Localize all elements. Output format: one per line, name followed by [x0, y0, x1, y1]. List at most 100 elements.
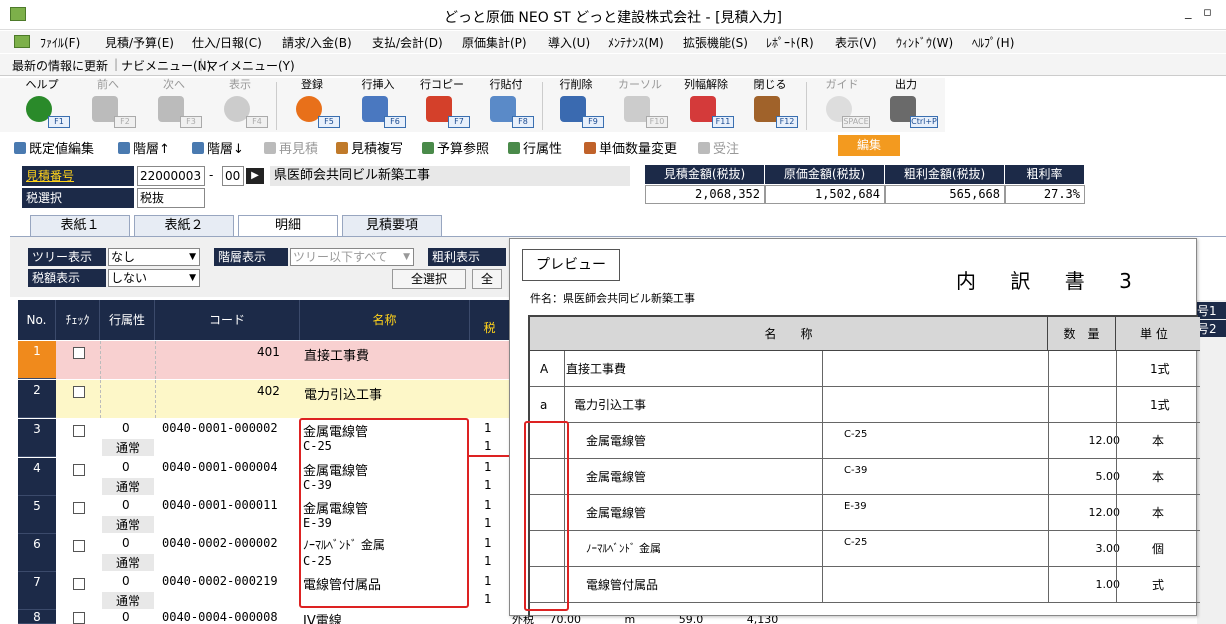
minimize-button[interactable]: _ [1185, 5, 1192, 20]
col-no[interactable]: No. [18, 300, 56, 340]
tab-details[interactable]: 明細 [238, 215, 338, 238]
refresh-link[interactable]: 最新の情報に更新 [12, 57, 108, 74]
row-attr: 0 [122, 574, 130, 588]
row-attr: 0 [122, 460, 130, 474]
table-row[interactable]: 8 0 0040-0004-000008 IV電線 [18, 610, 510, 624]
tab-cover1[interactable]: 表紙１ [30, 215, 130, 237]
default-edit-icon [14, 142, 26, 154]
table-row[interactable]: 2 402 電力引込工事 [18, 380, 510, 418]
branch-input[interactable]: 00 [222, 166, 244, 186]
level-display-select[interactable]: ツリー以下すべて ▼ [290, 248, 414, 266]
row-attr-button[interactable]: 行属性 [508, 138, 562, 157]
row-checkbox[interactable] [73, 386, 85, 398]
row-checkbox[interactable] [73, 612, 85, 624]
tax-display-select[interactable]: しない ▼ [108, 269, 200, 287]
row-checkbox[interactable] [73, 540, 85, 552]
filter-panel: ツリー表示 なし ▼ 税額表示 しない ▼ 階層表示 ツリー以下すべて ▼ 粗利表示 … [10, 237, 510, 297]
row-number: 2 [18, 380, 56, 418]
print-preview-panel: プレビュー 内 訳 書 3 件名：県医師会共同ビル新築工事 名 称 数 量 単 … [509, 238, 1200, 617]
row-number: 6 [18, 534, 56, 572]
menu-window[interactable]: ｳｨﾝﾄﾞｳ(W) [896, 34, 953, 51]
prev-button[interactable]: 前へ F2 [78, 78, 138, 132]
preview-name: 金属電線管 [586, 470, 647, 484]
extra-button[interactable]: 全 [472, 269, 502, 289]
row-qty2: 1 [484, 554, 492, 568]
menu-view[interactable]: 表示(V) [835, 34, 877, 51]
budget-ref-icon [422, 142, 434, 154]
highlight-box [299, 418, 469, 608]
preview-qty: 1.00 [1095, 578, 1121, 591]
restore-button[interactable]: ▫ [1203, 5, 1212, 20]
col-name[interactable]: 名称 [300, 300, 470, 340]
row-attr-type: 通常 [102, 478, 154, 495]
preview-spec: C-25 [844, 429, 868, 440]
row-checkbox[interactable] [73, 464, 85, 476]
row-checkbox[interactable] [73, 578, 85, 590]
row-checkbox[interactable] [73, 502, 85, 514]
level-up-button[interactable]: 階層↑ [118, 138, 170, 157]
price-qty-change-button[interactable]: 単価数量変更 [584, 138, 677, 157]
copy-estimate-button[interactable]: 見積複写 [336, 138, 403, 157]
menu-report[interactable]: ﾚﾎﾟｰﾄ(R) [766, 34, 814, 51]
estimate-no-label[interactable]: 見積番号 [22, 166, 134, 186]
level-down-button[interactable]: 階層↓ [192, 138, 244, 157]
estimate-no-input[interactable]: 22000003 [137, 166, 205, 186]
re-estimate-button[interactable]: 再見積 [264, 138, 318, 157]
preview-highlight-box [524, 421, 569, 611]
menu-cost[interactable]: 原価集計(P) [462, 34, 527, 51]
select-all-button[interactable]: 全選択 [392, 269, 466, 289]
preview-name: 直接工事費 [566, 362, 627, 376]
title-bar: どっと原価 NEO ST どっと建設株式会社 - [見積入力] _ ▫ [0, 0, 1226, 30]
register-button[interactable]: 登録 F5 [282, 78, 342, 132]
row-attr-type: 通常 [102, 554, 154, 571]
menu-payment[interactable]: 支払/会計(D) [372, 34, 443, 51]
window-title: どっと原価 NEO ST どっと建設株式会社 - [見積入力] [443, 10, 782, 26]
menu-purchase[interactable]: 仕入/日報(C) [192, 34, 262, 51]
output-button[interactable]: 出力 Ctrl+P [876, 78, 938, 132]
row-insert-button[interactable]: 行挿入 F6 [348, 78, 408, 132]
table-row[interactable]: 1 401 直接工事費 [18, 341, 510, 379]
jump-button[interactable]: ▶ [246, 168, 264, 184]
col-attr[interactable]: 行属性 [100, 300, 155, 340]
row-number: 4 [18, 458, 56, 496]
menu-estimate[interactable]: 見積/予算(E) [105, 34, 174, 51]
default-edit-button[interactable]: 既定値編集 [14, 138, 94, 157]
next-button[interactable]: 次へ F3 [144, 78, 204, 132]
menu-extensions[interactable]: 拡張機能(S) [683, 34, 748, 51]
col-tax[interactable]: 税 [470, 300, 510, 340]
menu-help[interactable]: ﾍﾙﾌﾟ(H) [972, 34, 1014, 51]
col-code[interactable]: コード [155, 300, 300, 340]
row-checkbox[interactable] [73, 425, 85, 437]
navi-menu-link[interactable]: ナビメニュー(N) [121, 57, 211, 74]
row-delete-button[interactable]: 行削除 F9 [546, 78, 606, 132]
cursor-button[interactable]: カーソル F10 [610, 78, 670, 132]
row-copy-button[interactable]: 行コピー F7 [412, 78, 472, 132]
row-attr-type: 通常 [102, 439, 154, 456]
edit-button[interactable]: 編集 [838, 135, 900, 156]
row-number: 3 [18, 419, 56, 457]
column-width-reset-button[interactable]: 列幅解除 F11 [676, 78, 736, 132]
col-check[interactable]: ﾁｪｯｸ [56, 300, 100, 340]
my-menu-link[interactable]: マイメニュー(Y) [206, 57, 295, 74]
row-paste-button[interactable]: 行貼付 F8 [476, 78, 536, 132]
tab-terms[interactable]: 見積要項 [342, 215, 442, 237]
menu-billing[interactable]: 請求/入金(B) [282, 34, 352, 51]
menu-maintenance[interactable]: ﾒﾝﾃﾅﾝｽ(M) [608, 34, 664, 51]
row-qty2: 1 [484, 516, 492, 530]
row-code: 0040-0001-000011 [162, 498, 278, 512]
row-qty2: 1 [484, 478, 492, 492]
tree-display-select[interactable]: なし ▼ [108, 248, 200, 266]
preview-spec: C-25 [844, 537, 868, 548]
order-button[interactable]: 受注 [698, 138, 739, 157]
guide-button[interactable]: ガイド SPACE [812, 78, 872, 132]
menu-intro[interactable]: 導入(U) [548, 34, 590, 51]
tab-cover2[interactable]: 表紙２ [134, 215, 234, 237]
budget-ref-button[interactable]: 予算参照 [422, 138, 489, 157]
help-button[interactable]: ヘルプ F1 [12, 78, 72, 132]
grid-header: No. ﾁｪｯｸ 行属性 コード 名称 税 [18, 300, 510, 340]
display-button[interactable]: 表示 F4 [210, 78, 270, 132]
menu-file[interactable]: ﾌｧｲﾙ(F) [40, 34, 80, 51]
row-checkbox[interactable] [73, 347, 85, 359]
tax-select[interactable]: 税抜 [137, 188, 205, 208]
close-button[interactable]: 閉じる F12 [740, 78, 800, 132]
